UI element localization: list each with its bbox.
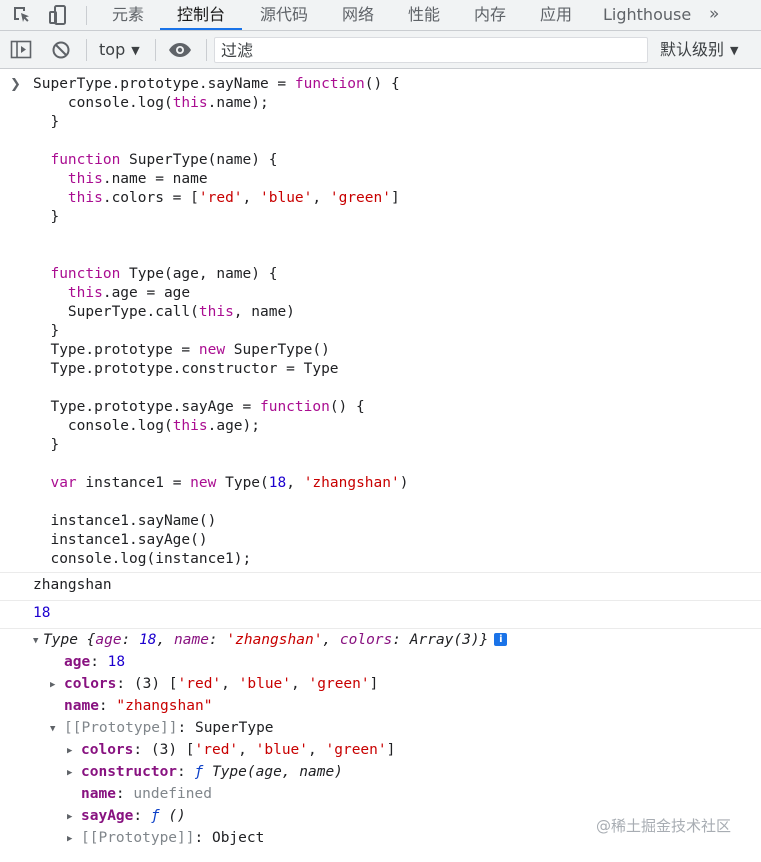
collapsed-triangle-icon[interactable]: ▶	[67, 768, 77, 778]
tab-bar-separator	[86, 6, 87, 25]
device-toggle-icon[interactable]	[47, 4, 69, 26]
tab-elements[interactable]: 元素	[108, 0, 148, 30]
log-level-dropdown[interactable]: 默认级别 ▼	[660, 39, 738, 61]
tab-network[interactable]: 网络	[339, 0, 377, 30]
proto-prop-colors[interactable]: ▶ colors: (3) ['red', 'blue', 'green']	[67, 742, 395, 758]
message-divider	[0, 572, 761, 573]
more-tabs-button[interactable]: »	[709, 0, 719, 30]
tab-console[interactable]: 控制台	[172, 0, 230, 30]
devtools-tab-bar: 元素 控制台 源代码 网络 性能 内存 应用 Lighthouse »	[0, 0, 761, 31]
proto-prop-constructor[interactable]: ▶ constructor: ƒ Type(age, name)	[67, 764, 343, 780]
proto-prop-name: name: undefined	[81, 786, 212, 802]
context-label: top	[99, 40, 126, 59]
log-output-age: 18	[33, 605, 51, 621]
chevron-down-icon: ▼	[131, 44, 140, 57]
collapsed-triangle-icon[interactable]: ▶	[67, 834, 77, 844]
inspect-icon[interactable]	[11, 4, 33, 26]
expanded-triangle-icon[interactable]: ▼	[33, 636, 43, 646]
message-divider	[0, 628, 761, 629]
prop-name: name: "zhangshan"	[64, 698, 213, 714]
object-summary-row[interactable]: ▼ Type {age: 18, name: 'zhangshan', color…	[33, 632, 508, 648]
log-level-label: 默认级别	[660, 40, 725, 59]
tab-sources[interactable]: 源代码	[256, 0, 312, 30]
collapsed-triangle-icon[interactable]: ▶	[50, 680, 60, 690]
console-input-code[interactable]: SuperType.prototype.sayName = function()…	[33, 75, 408, 569]
log-output-name: zhangshan	[33, 577, 112, 593]
filter-input[interactable]	[214, 37, 648, 63]
prop-prototype[interactable]: ▼ [[Prototype]]: SuperType	[50, 720, 274, 736]
eye-icon[interactable]	[168, 39, 191, 61]
console-panel: ❯ SuperType.prototype.sayName = function…	[0, 69, 761, 859]
message-divider	[0, 600, 761, 601]
object-summary: Type {age: 18, name: 'zhangshan', colors…	[43, 632, 489, 648]
sidebar-toggle-icon[interactable]	[10, 39, 32, 61]
prop-age: age: 18	[64, 654, 126, 670]
proto-colors-value: (3) ['red', 'blue', 'green']	[150, 742, 396, 758]
toolbar-separator	[155, 39, 156, 61]
toolbar-separator	[86, 39, 87, 61]
console-toolbar: top ▼ 默认级别 ▼	[0, 31, 761, 69]
collapsed-triangle-icon[interactable]: ▶	[67, 746, 77, 756]
expanded-triangle-icon[interactable]: ▼	[50, 724, 60, 734]
tab-application[interactable]: 应用	[537, 0, 575, 30]
input-prompt-icon: ❯	[10, 77, 21, 92]
prop-colors[interactable]: ▶ colors: (3) ['red', 'blue', 'green']	[50, 676, 378, 692]
toolbar-separator	[206, 39, 207, 61]
clear-console-icon[interactable]	[50, 39, 72, 61]
tab-memory[interactable]: 内存	[471, 0, 509, 30]
info-icon[interactable]: i	[494, 633, 508, 646]
tab-performance[interactable]: 性能	[405, 0, 443, 30]
proto-prop-prototype[interactable]: ▶ [[Prototype]]: Object	[67, 830, 264, 846]
tab-lighthouse[interactable]: Lighthouse	[603, 0, 691, 30]
context-selector[interactable]: top ▼	[99, 39, 140, 61]
colors-value: (3) ['red', 'blue', 'green']	[133, 676, 379, 692]
chevron-down-icon: ▼	[730, 44, 739, 57]
watermark: @稀土掘金技术社区	[596, 817, 732, 835]
active-tab-indicator	[160, 28, 242, 30]
collapsed-triangle-icon[interactable]: ▶	[67, 812, 77, 822]
proto-prop-sayAge[interactable]: ▶ sayAge: ƒ ()	[67, 808, 186, 824]
